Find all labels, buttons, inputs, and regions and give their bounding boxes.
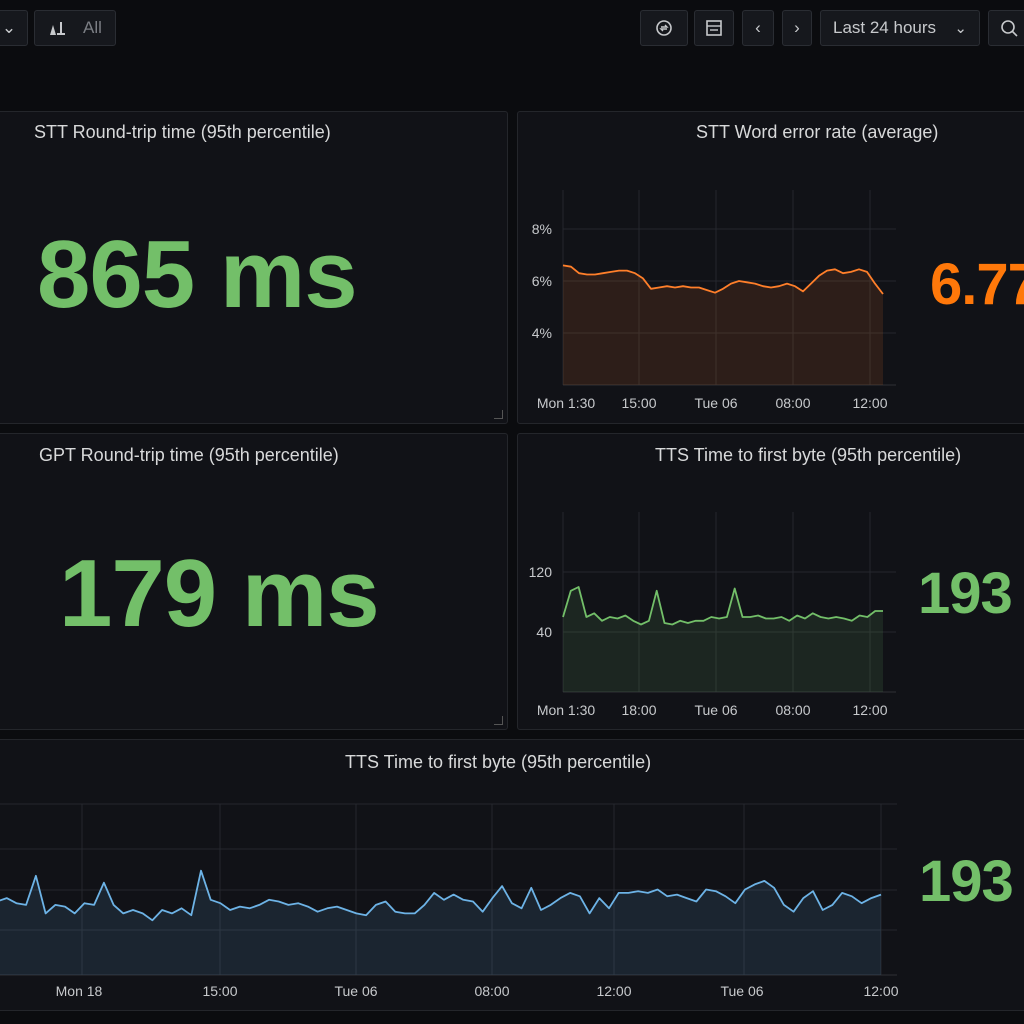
x-tick-label: 15:00: [202, 983, 237, 999]
x-tick-label: Mon 1:30: [537, 702, 596, 718]
x-tick-label: 15:00: [621, 395, 656, 411]
x-tick-label: Tue 06: [694, 702, 737, 718]
y-tick-label: 120: [529, 564, 553, 580]
ttfb-chart: 120 40 Mon 1:30 18:00 Tue 06 08:00 12:00: [529, 512, 896, 718]
y-tick-label: 8%: [532, 221, 552, 237]
stat-value: 6.77: [930, 252, 1024, 317]
ttfb-wide-chart: Mon 18 15:00 Tue 06 08:00 12:00 Tue 06 12:00: [0, 803, 899, 999]
x-tick-label: Tue 06: [720, 983, 763, 999]
x-tick-label: 08:00: [775, 702, 810, 718]
resize-handle[interactable]: [494, 716, 503, 725]
x-tick-label: 12:00: [863, 983, 898, 999]
x-tick-label: Tue 06: [694, 395, 737, 411]
y-tick-label: 40: [536, 624, 552, 640]
chevron-left-icon: ‹: [755, 18, 761, 37]
series-area: [0, 870, 881, 975]
dashboard-toolbar: ⌄ All ‹ › Last 24 hours ⌄: [0, 0, 1024, 58]
filter-button[interactable]: All: [34, 10, 116, 46]
y-tick-label: 6%: [532, 273, 552, 289]
x-tick-label: Mon 18: [56, 983, 103, 999]
time-range-label: Last 24 hours: [833, 18, 937, 37]
time-range-picker[interactable]: Last 24 hours ⌄: [820, 10, 980, 46]
x-tick-label: 12:00: [852, 702, 887, 718]
stat-value: 193: [919, 849, 1014, 914]
panel-tts-time-to-first-byte-wide[interactable]: TTS Time to first byte (95th percentile)…: [0, 739, 1024, 1011]
y-tick-label: 4%: [532, 325, 552, 341]
refresh-icon: [656, 20, 672, 36]
x-tick-label: 18:00: [621, 702, 656, 718]
panel-title: STT Round-trip time (95th percentile): [34, 122, 331, 142]
time-back-button[interactable]: ‹: [742, 10, 774, 46]
panel-stt-round-trip[interactable]: STT Round-trip time (95th percentile) 86…: [0, 111, 508, 424]
x-tick-label: Tue 06: [334, 983, 377, 999]
refresh-button[interactable]: [640, 10, 688, 46]
zoom-out-button[interactable]: [988, 10, 1024, 46]
save-icon: [706, 20, 722, 36]
series-area: [563, 587, 883, 692]
chevron-down-icon: ⌄: [1, 18, 17, 37]
x-tick-label: 12:00: [852, 395, 887, 411]
chevron-right-icon: ›: [794, 18, 800, 37]
time-forward-button[interactable]: ›: [782, 10, 812, 46]
filter-label: All: [83, 18, 102, 37]
collapse-dropdown-button[interactable]: ⌄: [0, 10, 28, 46]
stat-value: 865 ms: [37, 221, 358, 328]
stat-value: 193: [918, 561, 1013, 626]
panel-title: GPT Round-trip time (95th percentile): [39, 445, 339, 465]
wer-chart: 8% 6% 4% Mon 1:30 15:00 Tue 06 08:00 12:00: [532, 190, 896, 411]
resize-handle[interactable]: [494, 410, 503, 419]
stat-value: 179 ms: [59, 540, 380, 647]
save-dashboard-button[interactable]: [694, 10, 734, 46]
x-tick-label: Mon 1:30: [537, 395, 596, 411]
x-tick-label: 12:00: [596, 983, 631, 999]
panel-tts-time-to-first-byte[interactable]: TTS Time to first byte (95th percentile)…: [517, 433, 1024, 730]
panel-stt-word-error-rate[interactable]: STT Word error rate (average) 8% 6% 4% Mon …: [517, 111, 1024, 424]
series-area: [563, 265, 883, 385]
panel-gpt-round-trip[interactable]: GPT Round-trip time (95th percentile) 17…: [0, 433, 508, 730]
search-icon: [1001, 20, 1018, 37]
x-tick-label: 08:00: [474, 983, 509, 999]
chevron-down-icon: ⌄: [954, 20, 967, 37]
filter-icon: [50, 22, 65, 35]
x-tick-label: 08:00: [775, 395, 810, 411]
